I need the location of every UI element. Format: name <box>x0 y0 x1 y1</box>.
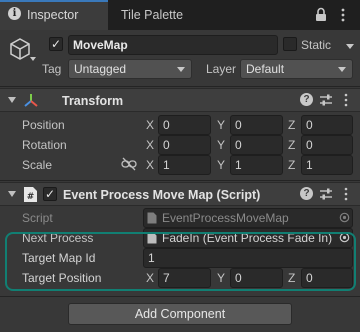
tag-value: Untagged <box>74 62 127 76</box>
divider <box>0 180 360 181</box>
static-checkbox[interactable] <box>283 37 297 51</box>
axis-x-label[interactable]: X <box>146 158 154 172</box>
axis-y-label[interactable]: Y <box>217 158 225 172</box>
add-component-button[interactable]: Add Component <box>68 303 292 325</box>
tab-tile-palette[interactable]: Tile Palette <box>121 8 183 22</box>
static-dropdown-caret[interactable] <box>346 44 354 49</box>
lock-icon[interactable] <box>315 7 327 22</box>
gameobject-cube-icon[interactable] <box>9 37 31 63</box>
chevron-down-icon <box>177 67 185 72</box>
script-file-icon <box>147 212 157 224</box>
script-label: Script <box>22 211 53 225</box>
axis-y-label[interactable]: Y <box>217 138 225 152</box>
component-enabled-checkbox[interactable]: ✓ <box>43 187 57 201</box>
component-menu-icon[interactable] <box>343 93 349 107</box>
rotation-x-field[interactable]: 0 <box>158 135 211 155</box>
script-component-title: Event Process Move Map (Script) <box>63 188 261 202</box>
presets-icon[interactable] <box>319 187 333 201</box>
static-label: Static <box>301 38 332 52</box>
divider <box>0 296 360 297</box>
tag-label: Tag <box>42 62 62 76</box>
active-checkbox[interactable]: ✓ <box>49 37 63 51</box>
rotation-y-field[interactable]: 0 <box>230 135 283 155</box>
transform-icon <box>24 94 38 107</box>
transform-title: Transform <box>62 94 124 108</box>
rotation-label: Rotation <box>22 138 67 152</box>
scale-z-field[interactable]: 1 <box>301 155 353 175</box>
scale-x-field[interactable]: 1 <box>158 155 211 175</box>
constrain-proportions-icon[interactable] <box>121 157 137 171</box>
help-icon[interactable]: ? <box>300 93 313 106</box>
object-picker-icon <box>339 212 350 223</box>
script-reference-field: EventProcessMoveMap <box>143 208 353 228</box>
highlight-frame <box>5 232 356 291</box>
presets-icon[interactable] <box>319 93 333 107</box>
component-menu-icon[interactable] <box>343 187 349 201</box>
icon-dropdown-caret[interactable] <box>30 57 36 61</box>
position-y-field[interactable]: 0 <box>230 115 283 135</box>
script-foldout-icon[interactable] <box>8 191 16 197</box>
axis-z-label[interactable]: Z <box>288 158 295 172</box>
position-label: Position <box>22 118 65 132</box>
position-z-field[interactable]: 0 <box>301 115 353 135</box>
chevron-down-icon <box>338 67 346 72</box>
divider <box>0 86 360 87</box>
tag-dropdown[interactable]: Untagged <box>68 59 192 79</box>
axis-x-label[interactable]: X <box>146 118 154 132</box>
rotation-z-field[interactable]: 0 <box>301 135 353 155</box>
more-options-icon[interactable] <box>340 8 346 22</box>
scale-label: Scale <box>22 158 53 172</box>
gameobject-name-input[interactable]: MoveMap <box>68 35 278 55</box>
layer-dropdown[interactable]: Default <box>240 59 353 79</box>
axis-z-label[interactable]: Z <box>288 118 295 132</box>
layer-label: Layer <box>206 62 237 76</box>
csharp-script-icon: # <box>24 187 37 202</box>
position-x-field[interactable]: 0 <box>158 115 211 135</box>
tab-inspector-label: Inspector <box>27 8 79 22</box>
axis-y-label[interactable]: Y <box>217 118 225 132</box>
script-value: EventProcessMoveMap <box>162 211 289 225</box>
info-icon: i <box>8 7 21 20</box>
axis-z-label[interactable]: Z <box>288 138 295 152</box>
checkmark-icon: ✓ <box>50 37 62 51</box>
transform-foldout-icon[interactable] <box>8 97 16 103</box>
scale-y-field[interactable]: 1 <box>230 155 283 175</box>
axis-x-label[interactable]: X <box>146 138 154 152</box>
checkmark-icon: ✓ <box>44 187 56 201</box>
help-icon[interactable]: ? <box>300 187 313 200</box>
svg-text:#: # <box>27 192 35 202</box>
layer-value: Default <box>246 62 285 76</box>
